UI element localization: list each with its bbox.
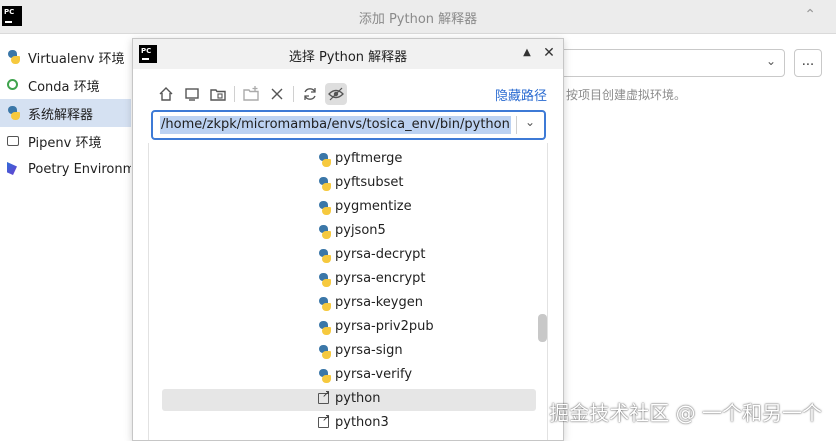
file-item[interactable]: pyrsa-decrypt [162, 245, 536, 267]
file-tree[interactable]: pyftmerge pyftsubset pygmentize pyjson5 … [148, 143, 548, 440]
python-icon [318, 177, 332, 191]
toolbar-separator [234, 86, 235, 102]
dialog-title: 选择 Python 解释器 [288, 50, 408, 65]
chevron-down-icon: ⌄ [765, 54, 776, 68]
delete-icon[interactable] [266, 83, 288, 105]
file-item-label: pyrsa-keygen [335, 295, 423, 310]
python-icon [318, 369, 332, 383]
file-chooser-toolbar [155, 83, 351, 105]
file-item-label: pygmentize [335, 199, 412, 214]
file-item-label: pyftmerge [335, 151, 403, 166]
python-icon [318, 321, 332, 335]
file-item-label: pyftsubset [335, 175, 404, 190]
sidebar-item-poetry[interactable]: Poetry Environment [0, 155, 131, 183]
interpreter-combo[interactable]: ⌄ [560, 49, 785, 77]
poetry-icon [7, 162, 21, 176]
file-item-label: pyrsa-decrypt [335, 247, 426, 262]
file-item[interactable]: pyrsa-sign [162, 341, 536, 363]
file-item[interactable]: pyrsa-encrypt [162, 269, 536, 291]
python-icon [318, 201, 332, 215]
path-divider [516, 116, 517, 134]
dialog-title-bar: PC 选择 Python 解释器 ▲ ✕ [133, 39, 563, 69]
sidebar-item-label: Virtualenv 环境 [28, 51, 125, 67]
file-item-selected[interactable]: python [162, 389, 536, 411]
file-item-label: pyrsa-sign [335, 343, 403, 358]
desktop-icon[interactable] [181, 83, 203, 105]
chevron-down-icon[interactable]: ⌄ [525, 115, 535, 129]
symlink-icon [318, 413, 330, 428]
file-item[interactable]: pyrsa-priv2pub [162, 317, 536, 339]
hint-text: 按项目创建虚拟环境。 [566, 88, 687, 102]
python-icon [318, 273, 332, 287]
select-interpreter-dialog: PC 选择 Python 解释器 ▲ ✕ 隐藏路径 /home/zkpk/mic… [132, 38, 564, 441]
file-item[interactable]: pyftmerge [162, 149, 536, 171]
sidebar-item-virtualenv[interactable]: Virtualenv 环境 [0, 43, 131, 71]
toolbar-separator [293, 86, 294, 102]
sidebar-item-label: Pipenv 环境 [28, 135, 102, 151]
file-item-label: pyrsa-encrypt [335, 271, 426, 286]
python-icon [318, 345, 332, 359]
env-type-sidebar: Virtualenv 环境 Conda 环境 系统解释器 Pipenv 环境 P… [0, 34, 131, 441]
outer-title-bar: PC 添加 Python 解释器 ⌃ [0, 0, 836, 34]
outer-window-title: 添加 Python 解释器 [358, 12, 478, 27]
close-icon[interactable]: ✕ [541, 44, 557, 62]
file-item[interactable]: pygmentize [162, 197, 536, 219]
pipenv-icon [7, 134, 21, 148]
file-item-label: python3 [335, 415, 389, 430]
refresh-icon[interactable] [299, 83, 321, 105]
file-item[interactable]: python3 [162, 413, 536, 435]
sidebar-item-label: Poetry Environment [28, 161, 131, 177]
python-icon [318, 297, 332, 311]
path-input[interactable]: /home/zkpk/micromamba/envs/tosica_env/bi… [151, 110, 546, 140]
path-input-value[interactable]: /home/zkpk/micromamba/envs/tosica_env/bi… [160, 116, 511, 134]
python-icon [7, 106, 21, 120]
sidebar-item-pipenv[interactable]: Pipenv 环境 [0, 127, 131, 155]
tree-scrollbar[interactable] [538, 314, 547, 342]
file-item-label: python [335, 391, 381, 406]
symlink-icon [318, 389, 330, 404]
project-folder-icon[interactable] [207, 83, 229, 105]
python-icon [318, 225, 332, 239]
sidebar-item-label: 系统解释器 [28, 107, 94, 123]
sidebar-item-system-interpreter[interactable]: 系统解释器 [0, 99, 131, 127]
home-icon[interactable] [155, 83, 177, 105]
hide-path-link[interactable]: 隐藏路径 [495, 85, 547, 104]
show-hidden-icon[interactable] [325, 83, 347, 105]
sidebar-item-conda[interactable]: Conda 环境 [0, 71, 131, 99]
browse-button[interactable]: ... [794, 49, 822, 77]
file-item[interactable]: pyftsubset [162, 173, 536, 195]
conda-icon [7, 78, 21, 92]
python-icon [318, 153, 332, 167]
file-item-label: pyrsa-verify [335, 367, 413, 382]
new-folder-icon[interactable] [240, 83, 262, 105]
collapse-icon[interactable]: ▲ [519, 44, 535, 62]
file-item[interactable]: pyrsa-keygen [162, 293, 536, 315]
python-icon [7, 50, 21, 64]
outer-collapse-icon[interactable]: ⌃ [804, 7, 816, 23]
file-item-label: pyrsa-priv2pub [335, 319, 434, 334]
python-icon [318, 249, 332, 263]
file-item[interactable]: pyrsa-verify [162, 365, 536, 387]
sidebar-item-label: Conda 环境 [28, 79, 100, 95]
watermark-text: 掘金技术社区 @ 一个和另一个 [549, 401, 822, 425]
file-item-label: pyjson5 [335, 223, 386, 238]
file-item[interactable]: pyjson5 [162, 221, 536, 243]
